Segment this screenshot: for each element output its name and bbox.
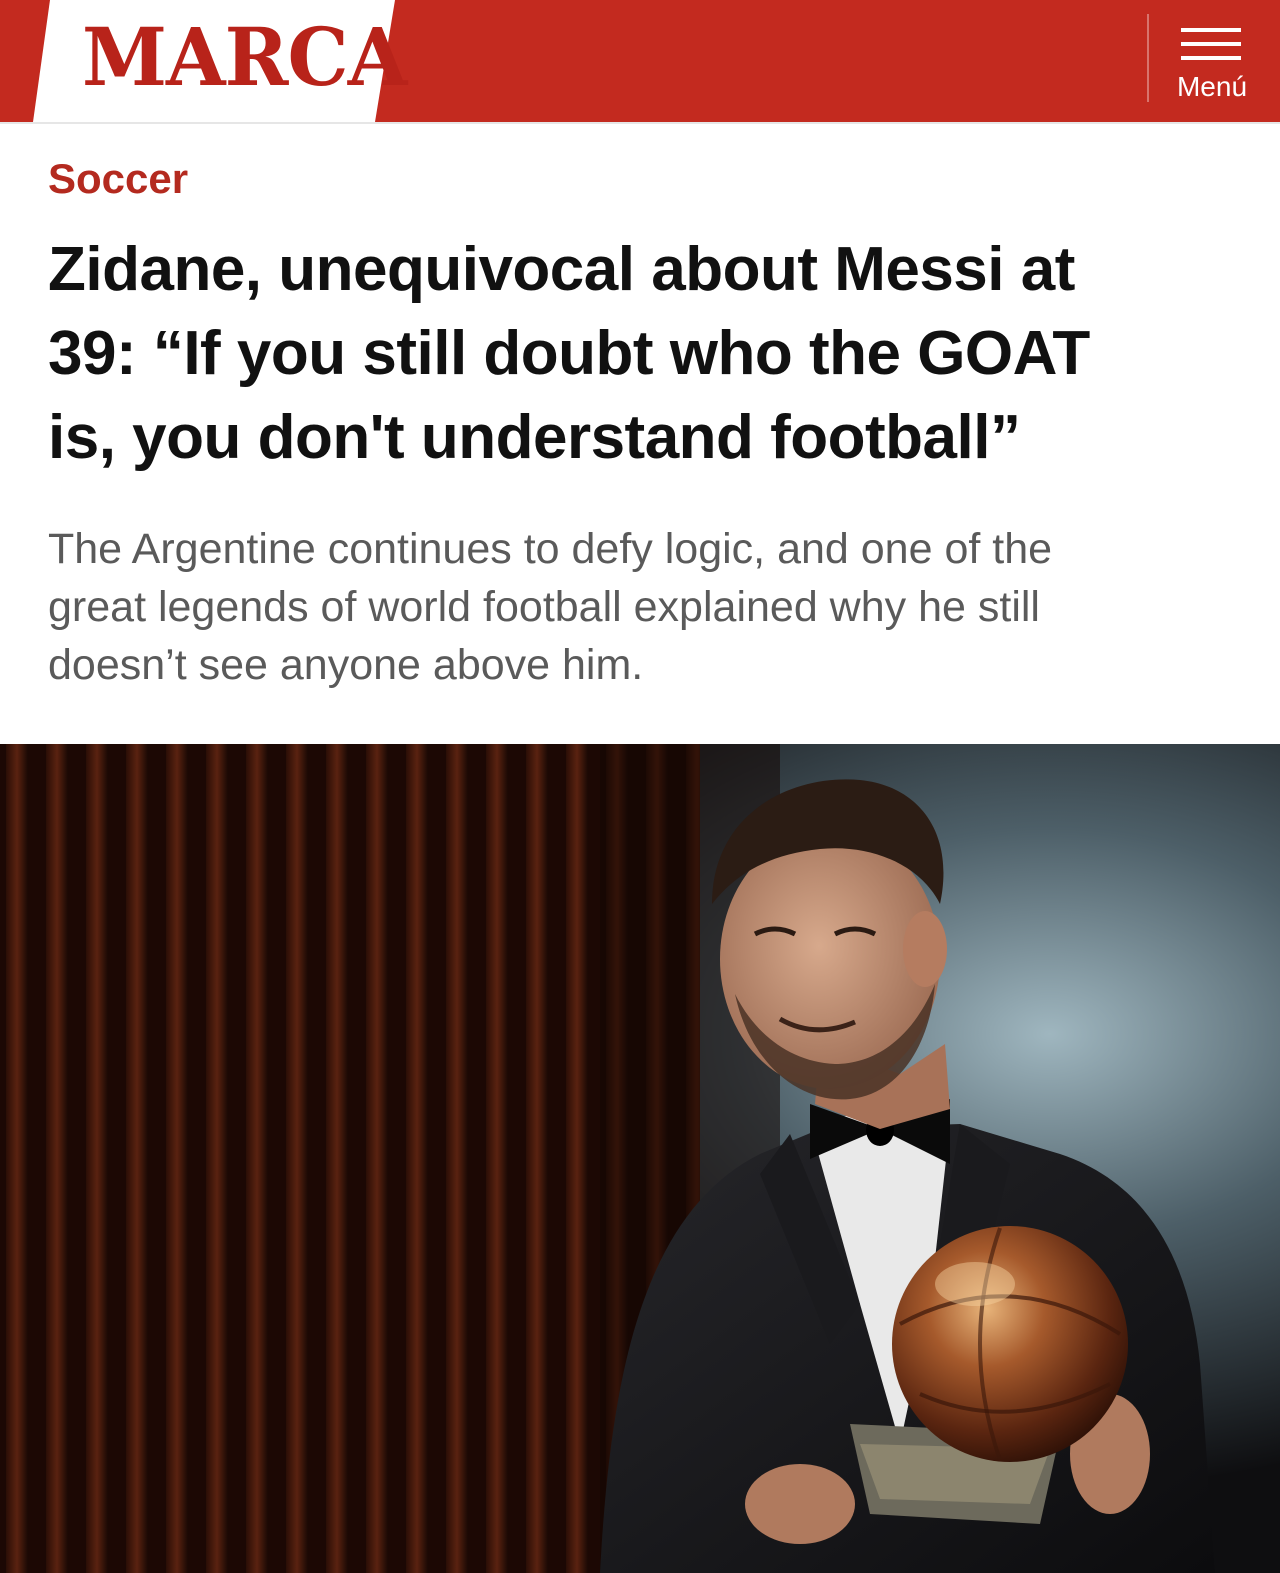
headline-line: Zidane, unequivocal about Messi at (48, 235, 1075, 304)
hamburger-icon (1181, 28, 1241, 62)
subtitle-line: great legends of world football explaine… (48, 583, 1040, 631)
article-photo[interactable] (0, 744, 1280, 1573)
article-headline: Zidane, unequivocal about Messi at 39: “… (48, 228, 1248, 480)
article-subtitle: The Argentine continues to defy logic, a… (48, 520, 1248, 694)
menu-label: Menú (1176, 71, 1248, 102)
logo-text: MARCA (82, 10, 407, 104)
menu-divider (1147, 14, 1149, 102)
section-link[interactable]: Soccer (48, 154, 188, 204)
subtitle-line: doesn’t see anyone above him. (48, 641, 644, 689)
headline-line: 39: “If you still doubt who the GOAT (48, 319, 1090, 388)
top-navigation-bar: MARCA Menú (0, 0, 1280, 124)
menu-button[interactable]: Menú (1158, 18, 1268, 106)
marca-logo[interactable]: MARCA (0, 0, 420, 122)
photo-illustration (0, 744, 1280, 1573)
subtitle-line: The Argentine continues to defy logic, a… (48, 525, 1053, 573)
headline-line: is, you don't understand football” (48, 403, 1021, 472)
